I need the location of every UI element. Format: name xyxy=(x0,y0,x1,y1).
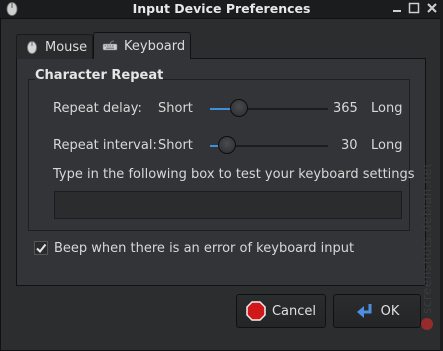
repeat-delay-handle[interactable] xyxy=(230,99,248,117)
maximize-icon[interactable] xyxy=(407,1,421,15)
minimize-icon[interactable] xyxy=(390,1,404,15)
tab-keyboard-label: Keyboard xyxy=(124,38,186,54)
tab-mouse[interactable]: Mouse xyxy=(16,34,93,59)
repeat-delay-value: 365 xyxy=(333,101,358,116)
beep-label[interactable]: Beep when there is an error of keyboard … xyxy=(54,241,354,256)
repeat-delay-slider[interactable] xyxy=(210,99,328,119)
watermark: screenshots.debian.net xyxy=(416,96,438,336)
repeat-delay-label: Repeat delay: xyxy=(53,101,142,116)
keyboard-test-input[interactable] xyxy=(54,191,402,219)
tab-mouse-label: Mouse xyxy=(45,39,88,55)
enter-arrow-icon xyxy=(356,304,372,318)
tab-keyboard[interactable]: Keyboard xyxy=(93,32,191,59)
title-bar[interactable]: Input Device Preferences xyxy=(0,0,443,18)
repeat-interval-label: Repeat interval: xyxy=(53,138,157,153)
character-repeat-title: Character Repeat xyxy=(35,68,164,84)
repeat-interval-value: 30 xyxy=(341,138,358,153)
cancel-button[interactable]: Cancel xyxy=(236,294,326,328)
close-icon[interactable] xyxy=(425,1,439,15)
cancel-label: Cancel xyxy=(271,303,317,319)
window-title: Input Device Preferences xyxy=(132,1,311,16)
repeat-interval-slider[interactable] xyxy=(210,136,328,156)
beep-checkbox[interactable] xyxy=(34,241,48,255)
repeat-interval-handle[interactable] xyxy=(218,136,236,154)
watermark-text: screenshots.debian.net xyxy=(420,163,434,314)
keyboard-icon xyxy=(102,40,118,51)
checkmark-icon xyxy=(36,243,47,254)
mouse-icon xyxy=(27,41,37,54)
ok-label: OK xyxy=(380,303,400,319)
test-prompt-label: Type in the following box to test your k… xyxy=(53,167,415,182)
repeat-delay-long-label: Long xyxy=(371,101,403,116)
ok-button[interactable]: OK xyxy=(333,294,421,328)
repeat-interval-long-label: Long xyxy=(371,138,403,153)
cancel-icon xyxy=(246,301,266,321)
repeat-interval-short-label: Short xyxy=(158,138,193,153)
repeat-delay-short-label: Short xyxy=(158,101,193,116)
